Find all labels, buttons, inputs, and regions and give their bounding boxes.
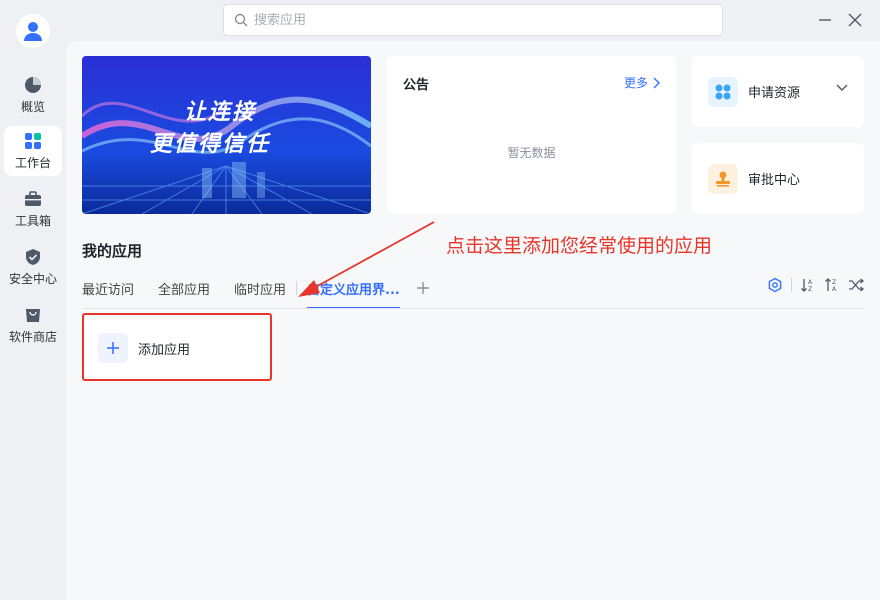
sidebar-item-workbench[interactable]: 工作台 xyxy=(4,126,62,176)
main-panel: 让连接 更值得信任 公告 更多 暂无数据 申请资源 审批中心 我的应用 最近访问… xyxy=(66,41,880,600)
promo-banner[interactable]: 让连接 更值得信任 xyxy=(82,56,371,214)
approval-center-button[interactable]: 审批中心 xyxy=(692,143,864,214)
chevron-right-icon xyxy=(653,77,660,88)
my-apps-title: 我的应用 xyxy=(82,242,143,260)
user-icon xyxy=(24,22,42,41)
my-apps-tabs: 最近访问 全部应用 临时应用 自定义应用界... xyxy=(82,267,430,309)
sort-za-button[interactable]: ZA xyxy=(824,277,840,293)
apply-resource-label: 申请资源 xyxy=(748,86,801,101)
sidebar-item-security[interactable]: 安全中心 xyxy=(4,242,62,292)
user-avatar[interactable] xyxy=(16,14,50,48)
close-button[interactable] xyxy=(845,10,865,30)
search-bar[interactable] xyxy=(223,4,723,36)
svg-text:A: A xyxy=(808,279,813,286)
tabs-divider xyxy=(82,308,864,309)
toolbox-icon xyxy=(25,190,41,206)
plus-icon xyxy=(107,342,119,354)
sidebar-item-overview[interactable]: 概览 xyxy=(4,70,62,120)
more-label: 更多 xyxy=(623,76,648,90)
sidebar: 概览 工作台 工具箱 安全中心 软件商店 xyxy=(0,0,66,600)
sidebar-item-label: 软件商店 xyxy=(8,329,57,344)
approval-center-label: 审批中心 xyxy=(748,173,801,188)
notice-title: 公告 xyxy=(403,78,430,93)
sort-az-icon: AZ xyxy=(801,279,813,293)
notice-empty-text: 暂无数据 xyxy=(507,146,556,160)
search-icon xyxy=(234,13,248,27)
tab-temporary-apps[interactable]: 临时应用 xyxy=(234,267,286,309)
apply-resource-button[interactable]: 申请资源 xyxy=(692,56,864,127)
app-list-tools: AZ ZA xyxy=(767,277,864,293)
minimize-icon xyxy=(819,19,831,21)
shuffle-icon xyxy=(849,278,864,292)
plus-icon xyxy=(416,282,429,294)
banner-slogan-line2: 更值得信任 xyxy=(150,132,271,157)
add-app-label: 添加应用 xyxy=(138,342,191,358)
settings-button[interactable] xyxy=(767,277,783,293)
svg-text:Z: Z xyxy=(832,279,836,286)
tab-custom-apps[interactable]: 自定义应用界... xyxy=(307,267,400,309)
sort-az-button[interactable]: AZ xyxy=(800,277,816,293)
tab-recent[interactable]: 最近访问 xyxy=(82,267,134,309)
add-app-button[interactable]: 添加应用 xyxy=(84,319,268,377)
sidebar-item-label: 工具箱 xyxy=(14,213,51,228)
svg-text:A: A xyxy=(832,286,837,293)
shuffle-button[interactable] xyxy=(848,277,864,293)
gear-icon xyxy=(768,277,782,293)
store-icon xyxy=(26,308,40,322)
sidebar-item-label: 概览 xyxy=(20,99,45,114)
annotation-text: 点击这里添加您经常使用的应用 xyxy=(446,235,713,257)
tools-separator xyxy=(791,278,792,292)
notice-card: 公告 更多 暂无数据 xyxy=(387,56,676,214)
shield-icon xyxy=(26,248,40,265)
add-tab-button[interactable] xyxy=(416,267,430,309)
search-input[interactable] xyxy=(254,12,694,28)
resource-apply-icon xyxy=(708,76,738,107)
sidebar-item-label: 工作台 xyxy=(14,155,51,170)
sidebar-item-toolbox[interactable]: 工具箱 xyxy=(4,184,62,234)
notice-more-link[interactable]: 更多 xyxy=(624,74,660,91)
sidebar-item-store[interactable]: 软件商店 xyxy=(4,300,62,350)
add-app-plus xyxy=(98,333,128,363)
chevron-down-icon xyxy=(836,84,848,91)
minimize-button[interactable] xyxy=(815,10,835,30)
banner-slogan-line1: 让连接 xyxy=(184,100,257,125)
tab-all-apps[interactable]: 全部应用 xyxy=(158,267,210,309)
pie-chart-icon xyxy=(25,76,41,93)
tab-divider xyxy=(296,281,298,295)
sort-za-icon: ZA xyxy=(825,278,837,293)
approval-stamp-icon xyxy=(708,163,738,194)
sidebar-item-label: 安全中心 xyxy=(8,271,57,286)
apps-grid-icon xyxy=(25,132,41,149)
svg-text:Z: Z xyxy=(808,286,812,293)
close-icon xyxy=(848,13,862,27)
